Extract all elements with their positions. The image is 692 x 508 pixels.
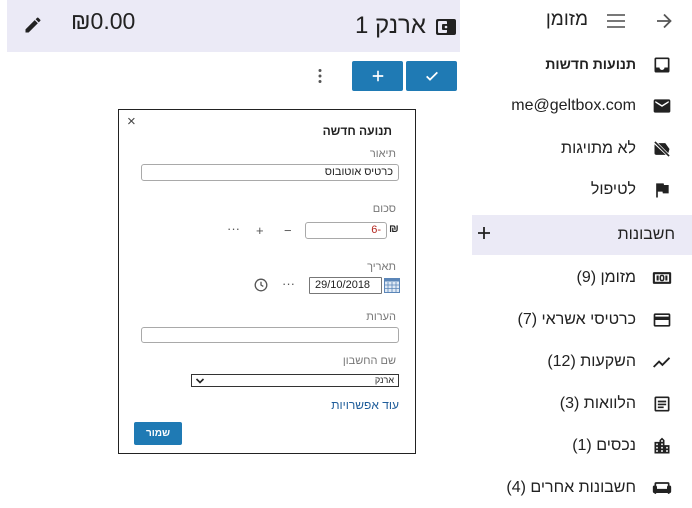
close-icon[interactable]: × [127, 113, 136, 131]
credit-card-icon [653, 313, 671, 327]
sidebar-item-to-handle[interactable]: לטיפול [472, 170, 692, 210]
menu-icon[interactable] [606, 13, 626, 29]
sidebar: מזומן תנועות חדשות me@geltbox.com לא מתו… [472, 0, 692, 504]
amount-increment-button[interactable]: + [256, 224, 264, 238]
sidebar-title: מזומן [545, 9, 588, 30]
account-selected-value: ארנק [374, 375, 394, 385]
sidebar-item-label: תנועות חדשות [545, 56, 636, 72]
wallet-icon [436, 19, 456, 35]
label-off-icon [654, 141, 670, 157]
amount-label: סכום [372, 203, 396, 215]
sidebar-item-label: כרטיסי אשראי (7) [517, 311, 636, 328]
sidebar-item-email[interactable]: me@geltbox.com [472, 86, 692, 126]
plus-icon [372, 70, 383, 82]
sidebar-item-label: הלוואות (3) [559, 395, 636, 412]
add-account-icon[interactable] [476, 225, 492, 241]
more-options-link[interactable]: עוד אפשרויות [331, 398, 399, 412]
confirm-button[interactable] [406, 61, 457, 91]
more-vert-icon[interactable] [310, 66, 330, 86]
sidebar-item-label: לא מתויגות [561, 140, 636, 157]
sidebar-account-other[interactable]: חשבונות אחרים (4) [472, 468, 692, 508]
dialog-title: תנועה חדשה [322, 124, 392, 138]
sidebar-account-cash[interactable]: מזומן (9) [472, 258, 692, 298]
add-transaction-button[interactable] [352, 61, 403, 91]
date-more-button[interactable]: ··· [282, 277, 295, 291]
sidebar-item-label: מזומן (9) [576, 269, 636, 286]
sidebar-item-label: לטיפול [590, 181, 636, 198]
sidebar-item-label: נכסים (1) [572, 437, 636, 454]
sidebar-item-new-transactions[interactable]: תנועות חדשות [472, 44, 692, 84]
sidebar-item-label: חשבונות אחרים (4) [506, 479, 636, 496]
new-transaction-dialog: × תנועה חדשה תיאור כרטיס אוטובוס סכום ₪ … [118, 109, 416, 454]
inbox-icon [654, 57, 670, 73]
amount-decrement-button[interactable]: − [284, 224, 292, 238]
description-input[interactable]: כרטיס אוטובוס [141, 164, 399, 181]
account-select[interactable]: ארנק [191, 374, 399, 387]
edit-pencil-icon[interactable] [23, 15, 43, 35]
chevron-down-icon [195, 378, 205, 384]
sidebar-item-label: השקעות (12) [547, 353, 636, 370]
couch-icon [652, 482, 672, 494]
check-icon [425, 71, 438, 81]
wallet-title: ארנק 1 [355, 12, 426, 39]
trending-up-icon [653, 357, 671, 368]
arrow-forward-icon[interactable] [654, 11, 674, 31]
flag-icon [656, 183, 669, 198]
calendar-icon[interactable] [384, 278, 400, 293]
date-label: תאריך [367, 261, 396, 273]
wallet-header: ₪0.00 ארנק 1 [7, 0, 460, 52]
save-button[interactable]: שמור [134, 422, 182, 445]
sidebar-account-loans[interactable]: הלוואות (3) [472, 384, 692, 424]
wallet-balance: ₪0.00 [71, 8, 136, 34]
sidebar-account-assets[interactable]: נכסים (1) [472, 426, 692, 466]
cash-icon [652, 272, 672, 284]
building-icon [654, 437, 670, 454]
accounts-section-header[interactable]: חשבונות [472, 215, 692, 255]
amount-more-button[interactable]: ··· [227, 222, 240, 236]
clock-icon[interactable] [254, 278, 268, 292]
sidebar-account-credit-cards[interactable]: כרטיסי אשראי (7) [472, 300, 692, 340]
description-label: תיאור [369, 148, 396, 160]
amount-input[interactable]: -6 [305, 222, 387, 239]
mail-icon [653, 99, 671, 113]
sidebar-item-label: me@geltbox.com [511, 97, 636, 114]
date-input[interactable]: 29/10/2018 [309, 277, 382, 294]
sidebar-account-investments[interactable]: השקעות (12) [472, 342, 692, 382]
notes-input[interactable] [141, 327, 399, 343]
accounts-header-label: חשבונות [617, 226, 675, 243]
notes-label: הערות [366, 311, 396, 323]
loan-icon [654, 396, 670, 412]
currency-symbol: ₪ [389, 223, 399, 235]
account-label: שם החשבון [342, 355, 396, 367]
sidebar-item-untagged[interactable]: לא מתויגות [472, 128, 692, 168]
